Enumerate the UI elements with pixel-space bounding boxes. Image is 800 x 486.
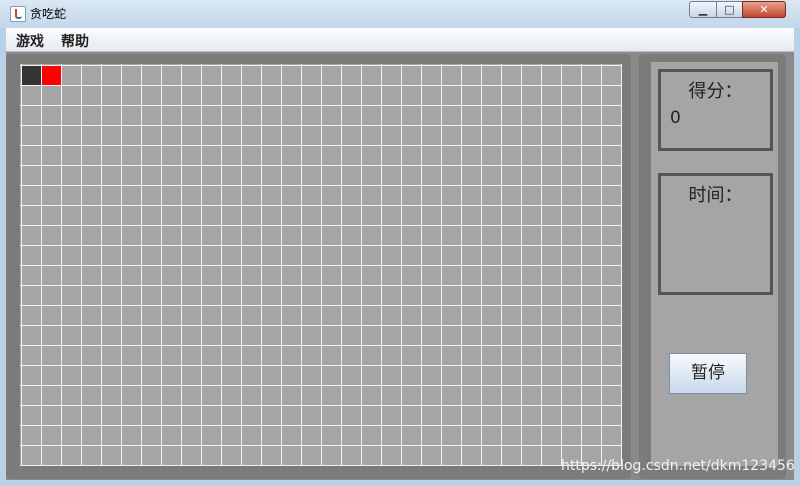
watermark: https://blog.csdn.net/dkm123456 [561, 458, 795, 474]
maximize-icon: □ [724, 3, 735, 16]
app-window: 贪吃蛇 ▁ □ ✕ 游戏 帮助 得分： 0 时间： 暂停 https://blo… [0, 0, 800, 486]
menu-game[interactable]: 游戏 [16, 31, 44, 51]
game-board[interactable] [20, 64, 622, 466]
menu-bar: 游戏 帮助 [6, 28, 794, 52]
snake-head [22, 66, 41, 85]
maximize-button[interactable]: □ [716, 1, 743, 18]
pause-button[interactable]: 暂停 [669, 353, 747, 394]
score-value: 0 [670, 108, 681, 128]
time-box: 时间： [658, 173, 773, 295]
minimize-button[interactable]: ▁ [689, 1, 717, 18]
window-title: 贪吃蛇 [30, 7, 67, 21]
close-icon: ✕ [759, 3, 769, 16]
menu-help[interactable]: 帮助 [61, 31, 89, 51]
minimize-icon: ▁ [698, 3, 708, 16]
close-button[interactable]: ✕ [742, 1, 786, 18]
title-bar[interactable]: 贪吃蛇 ▁ □ ✕ [0, 0, 800, 28]
time-label: 时间： [688, 185, 743, 206]
score-box: 得分： 0 [658, 69, 773, 151]
score-label: 得分： [688, 81, 743, 102]
java-icon [10, 6, 26, 22]
food [42, 66, 61, 85]
